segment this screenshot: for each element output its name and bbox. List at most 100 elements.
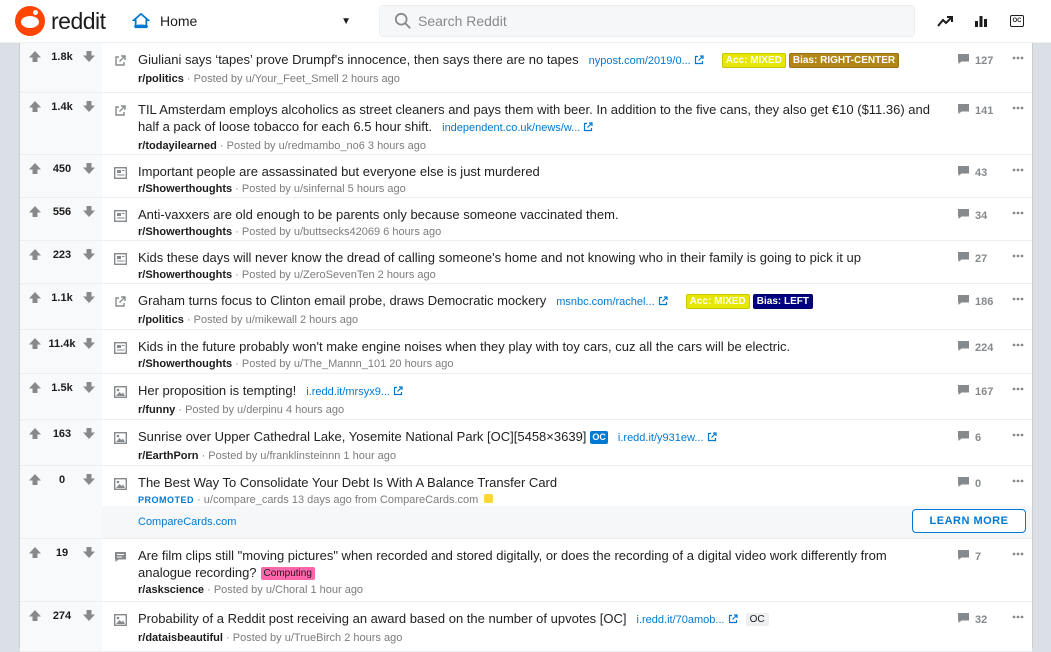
subreddit-link[interactable]: r/EarthPorn (138, 450, 199, 462)
downvote-icon[interactable] (82, 248, 96, 261)
search-bar[interactable] (379, 5, 915, 37)
text-icon[interactable] (112, 165, 128, 181)
feed-selector[interactable]: Home ▼ (130, 8, 355, 34)
subreddit-link[interactable]: r/Showerthoughts (138, 269, 232, 281)
comments-button[interactable]: 224 (957, 340, 993, 355)
downvote-icon[interactable] (82, 162, 96, 175)
comments-button[interactable]: 27 (957, 251, 987, 266)
upvote-icon[interactable] (28, 609, 42, 622)
upvote-icon[interactable] (28, 473, 42, 486)
comments-button[interactable]: 127 (957, 53, 993, 68)
subreddit-link[interactable]: r/politics (138, 314, 184, 326)
post-title[interactable]: Her proposition is tempting! (138, 383, 296, 398)
upvote-icon[interactable] (28, 100, 42, 113)
link-icon[interactable] (112, 294, 128, 310)
more-options-icon[interactable] (1010, 251, 1026, 261)
comments-button[interactable]: 32 (957, 612, 987, 627)
post-domain-link[interactable]: independent.co.uk/news/w... (442, 122, 580, 134)
post[interactable]: 163 Sunrise over Upper Cathedral Lake, Yo… (20, 420, 1032, 466)
post-title[interactable]: Graham turns focus to Clinton email prob… (138, 293, 546, 308)
upvote-icon[interactable] (28, 546, 42, 559)
post-title[interactable]: Important people are assassinated but ev… (138, 164, 540, 179)
subreddit-link[interactable]: r/dataisbeautiful (138, 632, 223, 644)
chat-icon[interactable] (112, 549, 128, 565)
upvote-icon[interactable] (28, 291, 42, 304)
more-options-icon[interactable] (1010, 549, 1026, 559)
more-options-icon[interactable] (1010, 612, 1026, 622)
upvote-icon[interactable] (28, 427, 42, 440)
upvote-icon[interactable] (28, 205, 42, 218)
more-options-icon[interactable] (1010, 165, 1026, 175)
post-title[interactable]: Sunrise over Upper Cathedral Lake, Yosem… (138, 429, 586, 444)
comments-button[interactable]: 186 (957, 294, 993, 309)
subreddit-link[interactable]: r/Showerthoughts (138, 358, 232, 370)
more-options-icon[interactable] (1010, 294, 1026, 304)
downvote-icon[interactable] (82, 473, 96, 486)
external-link-icon[interactable] (725, 611, 738, 626)
reddit-logo[interactable]: reddit (15, 6, 106, 36)
image-icon[interactable] (112, 384, 128, 400)
post[interactable]: 1.4k TIL Amsterdam employs alcoholics as … (20, 93, 1032, 155)
post-domain-link[interactable]: msnbc.com/rachel... (556, 296, 654, 308)
subreddit-link[interactable]: r/Showerthoughts (138, 226, 232, 238)
more-options-icon[interactable] (1010, 476, 1026, 486)
downvote-icon[interactable] (82, 381, 96, 394)
image-icon[interactable] (112, 476, 128, 492)
post-title[interactable]: Giuliani says ‘tapes’ prove Drumpf's inn… (138, 52, 579, 67)
post-domain-link[interactable]: i.redd.it/mrsyx9... (306, 386, 390, 398)
external-link-icon[interactable] (655, 293, 668, 308)
post-domain-link[interactable]: nypost.com/2019/0... (589, 55, 691, 67)
post-title[interactable]: Kids in the future probably won't make e… (138, 339, 790, 354)
more-options-icon[interactable] (1010, 53, 1026, 63)
external-link-icon[interactable] (580, 119, 593, 134)
more-options-icon[interactable] (1010, 208, 1026, 218)
text-icon[interactable] (112, 208, 128, 224)
downvote-icon[interactable] (82, 291, 96, 304)
promoted-post[interactable]: 0 The Best Way To Consolidate Your Debt I… (20, 466, 1032, 539)
stats-icon[interactable] (971, 11, 991, 31)
external-link-icon[interactable] (704, 429, 717, 444)
post[interactable]: 450 Important people are assassinated but… (20, 155, 1032, 198)
post[interactable]: 274 Probability of a Reddit post receivin… (20, 602, 1032, 652)
upvote-icon[interactable] (28, 381, 42, 394)
subreddit-link[interactable]: r/funny (138, 404, 175, 416)
post[interactable]: 556 Anti-vaxxers are old enough to be par… (20, 198, 1032, 241)
more-options-icon[interactable] (1010, 430, 1026, 440)
upvote-icon[interactable] (28, 248, 42, 261)
post[interactable]: 223 Kids these days will never know the d… (20, 241, 1032, 284)
post-title[interactable]: Kids these days will never know the drea… (138, 250, 861, 265)
upvote-icon[interactable] (28, 50, 42, 63)
more-options-icon[interactable] (1010, 384, 1026, 394)
image-icon[interactable] (112, 430, 128, 446)
comments-button[interactable]: 34 (957, 208, 987, 223)
image-icon[interactable] (112, 612, 128, 628)
subreddit-link[interactable]: r/Showerthoughts (138, 183, 232, 195)
more-options-icon[interactable] (1010, 340, 1026, 350)
post[interactable]: 11.4k Kids in the future probably won't m… (20, 330, 1032, 374)
downvote-icon[interactable] (82, 205, 96, 218)
more-options-icon[interactable] (1010, 103, 1026, 113)
text-icon[interactable] (112, 251, 128, 267)
subreddit-link[interactable]: r/politics (138, 73, 184, 85)
downvote-icon[interactable] (82, 50, 96, 63)
search-input[interactable] (418, 13, 898, 29)
oc-icon[interactable]: OC (1007, 11, 1027, 31)
downvote-icon[interactable] (82, 609, 96, 622)
downvote-icon[interactable] (82, 337, 96, 350)
subreddit-link[interactable]: r/todayilearned (138, 140, 217, 152)
comments-button[interactable]: 6 (957, 430, 981, 445)
upvote-icon[interactable] (28, 162, 42, 175)
post[interactable]: 1.8k Giuliani says ‘tapes’ prove Drumpf's… (20, 43, 1032, 93)
link-icon[interactable] (112, 103, 128, 119)
comments-button[interactable]: 141 (957, 103, 993, 118)
post-title[interactable]: Anti-vaxxers are old enough to be parent… (138, 207, 619, 222)
text-icon[interactable] (112, 340, 128, 356)
post-domain-link[interactable]: i.redd.it/70amob... (637, 614, 725, 626)
comments-button[interactable]: 167 (957, 384, 993, 399)
comments-button[interactable]: 7 (957, 549, 981, 564)
subreddit-link[interactable]: r/askscience (138, 584, 204, 596)
learn-more-button[interactable]: LEARN MORE (912, 509, 1026, 533)
post-title[interactable]: The Best Way To Consolidate Your Debt Is… (138, 475, 557, 490)
upvote-icon[interactable] (28, 337, 42, 350)
post[interactable]: 19 Are film clips still "moving pictures"… (20, 539, 1032, 602)
